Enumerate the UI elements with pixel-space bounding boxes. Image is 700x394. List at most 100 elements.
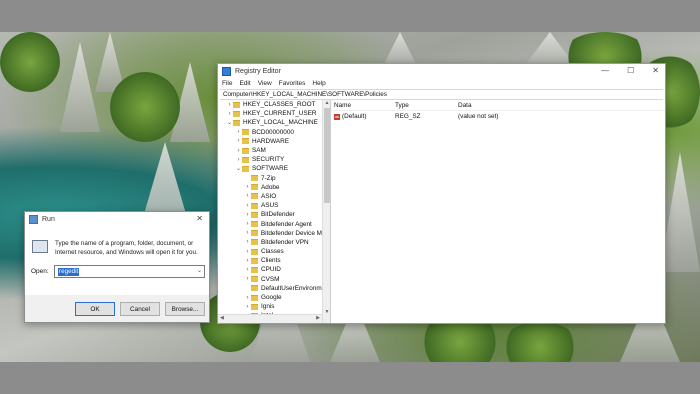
chevron-right-icon[interactable]: › (244, 258, 251, 264)
folder-icon (251, 285, 258, 292)
value-name-cell: ab (Default) (331, 113, 392, 120)
chevron-right-icon[interactable]: › (244, 276, 251, 282)
tree-item[interactable]: › Bitdefender Agent (218, 219, 322, 228)
chevron-down-icon[interactable]: ⌄ (197, 266, 202, 277)
tree-item[interactable]: › Ignis (218, 302, 322, 311)
tree-item[interactable]: › Adobe (218, 183, 322, 192)
run-footer: OK Cancel Browse... (25, 295, 209, 322)
chevron-right-icon[interactable]: › (244, 295, 251, 301)
chevron-right-icon[interactable]: › (235, 129, 242, 135)
minimize-icon[interactable]: — (601, 66, 609, 75)
folder-icon (251, 276, 258, 283)
tree-item-label: Bitdefender Device M (260, 229, 322, 237)
menu-favorites[interactable]: Favorites (279, 80, 306, 87)
tree-item[interactable]: › Bitdefender Device M (218, 229, 322, 238)
values-header: Name Type Data (331, 100, 665, 111)
tree-item[interactable]: DefaultUserEnvironm (218, 284, 322, 293)
scroll-right-icon[interactable]: ▶ (316, 315, 320, 321)
menu-edit[interactable]: Edit (239, 80, 250, 87)
folder-icon (251, 248, 258, 255)
tree-item-label: Bitdefender VPN (261, 238, 309, 246)
tree-horizontal-scrollbar[interactable]: ◀ ▶ (218, 314, 322, 323)
tree-item[interactable]: ⌄ SOFTWARE (218, 164, 322, 173)
chevron-right-icon[interactable]: › (235, 157, 242, 163)
tree-item[interactable]: › ASUS (218, 201, 322, 210)
column-type[interactable]: Type (392, 102, 455, 109)
chevron-right-icon[interactable]: › (235, 148, 242, 154)
maximize-icon[interactable]: ☐ (627, 66, 634, 75)
folder-icon (242, 138, 249, 145)
tree-item[interactable]: › CVSM (218, 275, 322, 284)
folder-icon (251, 294, 258, 301)
tree-item-label: ASIO (261, 192, 277, 200)
chevron-right-icon[interactable]: › (244, 267, 251, 273)
cancel-button[interactable]: Cancel (120, 302, 160, 316)
tree-item-label: Ignis (261, 303, 275, 311)
tree-item[interactable]: › HKEY_CURRENT_USER (218, 109, 322, 118)
tree-item[interactable]: › HKEY_CLASSES_ROOT (218, 100, 322, 109)
chevron-right-icon[interactable]: › (244, 184, 251, 190)
registry-app-icon (222, 66, 231, 76)
tree-item-label: HKEY_LOCAL_MACHINE (243, 119, 318, 127)
tree-item[interactable]: › SAM (218, 146, 322, 155)
menu-help[interactable]: Help (312, 80, 325, 87)
browse-button[interactable]: Browse... (165, 302, 205, 316)
tree-item[interactable]: › CPUID (218, 265, 322, 274)
chevron-right-icon[interactable]: › (244, 193, 251, 199)
chevron-right-icon[interactable]: › (244, 230, 251, 236)
registry-titlebar[interactable]: Registry Editor (218, 64, 665, 78)
tree-item[interactable]: ⌄ HKEY_LOCAL_MACHINE (218, 118, 322, 127)
folder-icon (251, 266, 258, 273)
tree-item[interactable]: › SECURITY (218, 155, 322, 164)
tree-item-label: 7-Zip (261, 174, 276, 182)
run-titlebar[interactable]: Run (25, 212, 209, 226)
close-icon[interactable]: ✕ (652, 66, 659, 75)
tree-item[interactable]: › Clients (218, 256, 322, 265)
value-name: (Default) (342, 112, 367, 120)
address-bar[interactable]: Computer\HKEY_LOCAL_MACHINE\SOFTWARE\Pol… (220, 89, 663, 100)
folder-icon (251, 303, 258, 310)
scroll-left-icon[interactable]: ◀ (220, 315, 224, 321)
run-app-icon (29, 214, 38, 224)
chevron-right-icon[interactable]: › (244, 249, 251, 255)
chevron-right-icon[interactable]: › (226, 102, 233, 108)
value-row[interactable]: ab (Default) REG_SZ (value not set) (331, 111, 665, 121)
close-icon[interactable]: ✕ (196, 214, 203, 223)
chevron-down-icon[interactable]: ⌄ (235, 165, 242, 172)
folder-icon (233, 119, 240, 126)
tree-item[interactable]: › Classes (218, 247, 322, 256)
tree-item-label: ASUS (261, 202, 279, 210)
column-data[interactable]: Data (455, 102, 538, 109)
folder-icon (251, 193, 258, 200)
menu-file[interactable]: File (222, 80, 232, 87)
folder-icon (251, 239, 258, 246)
registry-body: › HKEY_CLASSES_ROOT › HKEY_CURRENT_USER ⌄ HKE… (218, 100, 665, 323)
tree-item[interactable]: 7-Zip (218, 174, 322, 183)
tree-item-label: SOFTWARE (252, 165, 288, 173)
tree-item[interactable]: › BCD00000000 (218, 128, 322, 137)
tree-item[interactable]: › Google (218, 293, 322, 302)
tree-item-label: CVSM (261, 275, 280, 283)
chevron-down-icon[interactable]: ⌄ (226, 119, 233, 126)
chevron-right-icon[interactable]: › (244, 212, 251, 218)
chevron-right-icon[interactable]: › (244, 221, 251, 227)
tree-item[interactable]: › ASIO (218, 192, 322, 201)
tree-item[interactable]: › Bitdefender VPN (218, 238, 322, 247)
chevron-right-icon[interactable]: › (226, 111, 233, 117)
open-input-value[interactable]: regedit (58, 267, 80, 276)
tree-item[interactable]: › BitDefender (218, 210, 322, 219)
open-input[interactable]: regedit ⌄ (54, 265, 205, 278)
column-name[interactable]: Name (331, 102, 392, 109)
run-dialog: Run ✕ Type the name of a program, folder… (24, 211, 210, 323)
tree-item-label: CPUID (261, 266, 281, 274)
chevron-right-icon[interactable]: › (244, 304, 251, 310)
menu-view[interactable]: View (258, 80, 272, 87)
chevron-right-icon[interactable]: › (244, 239, 251, 245)
chevron-right-icon[interactable]: › (235, 138, 242, 144)
ok-button[interactable]: OK (75, 302, 115, 316)
chevron-right-icon[interactable]: › (244, 203, 251, 209)
registry-editor-window: Registry Editor — ☐ ✕ File Edit View Fav… (217, 63, 666, 324)
registry-title: Registry Editor (235, 67, 281, 75)
tree-item[interactable]: › HARDWARE (218, 137, 322, 146)
tree-item-label: HKEY_CLASSES_ROOT (243, 101, 316, 109)
